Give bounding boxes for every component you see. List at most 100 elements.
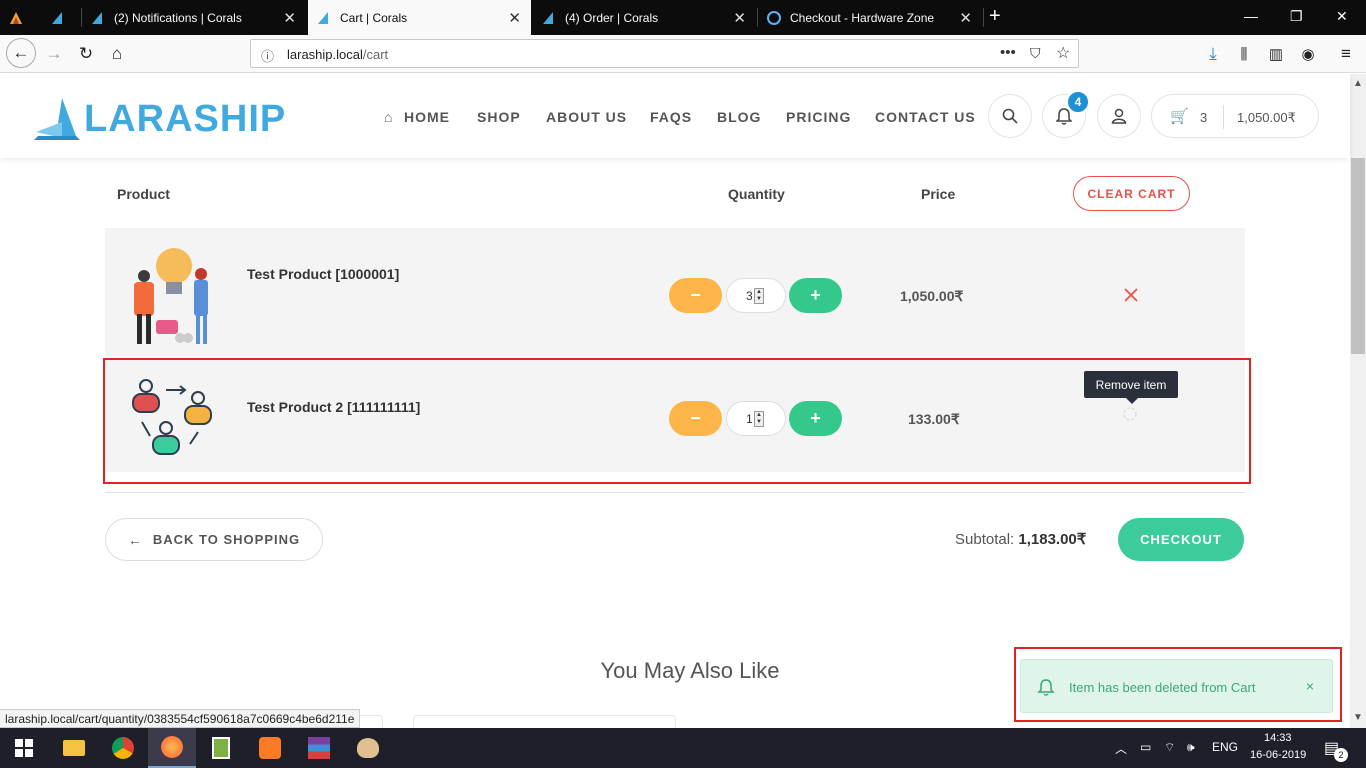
wifi-icon[interactable]: ⌔: [1164, 740, 1175, 755]
notification-count-badge: 2: [1334, 748, 1348, 762]
decrease-quantity-button[interactable]: −: [669, 278, 722, 313]
restore-icon[interactable]: ❐: [1290, 8, 1303, 25]
laraship-icon: [543, 11, 553, 24]
clear-cart-button[interactable]: CLEAR CART: [1073, 176, 1190, 211]
scrollbar-thumb[interactable]: [1351, 158, 1365, 354]
product-image-idea: [134, 248, 208, 344]
account-button[interactable]: [1097, 94, 1141, 138]
tab-label: (2) Notifications | Corals: [114, 10, 242, 25]
volume-icon[interactable]: 🕪: [1187, 740, 1195, 755]
menu-contact-us[interactable]: CONTACT US: [875, 109, 976, 125]
menu-blog[interactable]: BLOG: [717, 109, 761, 125]
windows-icon: [15, 739, 33, 757]
back-label: BACK TO SHOPPING: [152, 532, 301, 547]
notification-badge: 4: [1066, 90, 1090, 114]
search-button[interactable]: [988, 94, 1032, 138]
browser-tab-bar: (2) Notifications | Corals ✕ Cart | Cora…: [0, 0, 1366, 35]
xampp-icon[interactable]: [246, 728, 294, 768]
extension-icon[interactable]: ◉: [1294, 41, 1322, 67]
winrar-icon[interactable]: [295, 728, 343, 768]
tab-label: Checkout - Hardware Zone: [790, 10, 935, 25]
status-bar-url: laraship.local/cart/quantity/0383554cf59…: [0, 709, 361, 728]
chrome-icon[interactable]: [99, 728, 147, 768]
notepad-icon[interactable]: [197, 728, 245, 768]
firefox-icon[interactable]: [148, 728, 196, 768]
tab-cart[interactable]: Cart | Corals ✕: [308, 0, 531, 35]
file-explorer-icon[interactable]: [50, 728, 98, 768]
page-actions-icon[interactable]: •••: [1000, 44, 1016, 61]
chevron-up-icon[interactable]: ︿: [1115, 740, 1127, 757]
remove-item-icon[interactable]: [1124, 288, 1138, 302]
product-name[interactable]: Test Product [1000001]: [247, 266, 399, 282]
tab-pinned-1[interactable]: [0, 0, 40, 35]
mini-cart-button[interactable]: 🛒 3 1,050.00₹: [1151, 94, 1319, 138]
back-to-shopping-button[interactable]: ← BACK TO SHOPPING: [105, 518, 323, 561]
tab-pinned-2[interactable]: [42, 0, 80, 35]
menu-shop[interactable]: SHOP: [477, 109, 521, 125]
user-icon: [1111, 108, 1127, 124]
close-window-icon[interactable]: ✕: [1336, 8, 1348, 25]
checkout-button[interactable]: CHECKOUT: [1118, 518, 1244, 561]
menu-faqs[interactable]: FAQS: [650, 109, 692, 125]
tab-checkout[interactable]: Checkout - Hardware Zone ✕: [758, 0, 982, 35]
start-button[interactable]: [0, 728, 48, 768]
highlight-box: [103, 358, 1251, 484]
search-icon: [1002, 108, 1018, 124]
menu-pricing[interactable]: PRICING: [786, 109, 851, 125]
back-icon[interactable]: ←: [6, 38, 36, 68]
site-icon: [10, 11, 22, 24]
scroll-down-icon[interactable]: ▼: [1353, 712, 1363, 723]
tab-order[interactable]: (4) Order | Corals ✕: [533, 0, 756, 35]
close-icon[interactable]: ✕: [959, 9, 972, 27]
language-indicator[interactable]: ENG: [1212, 740, 1238, 754]
info-icon[interactable]: ⓘ: [261, 46, 274, 65]
url-bar[interactable]: ⓘ laraship.local/cart ••• ⛉ ☆: [250, 39, 1079, 68]
menu-about-us[interactable]: ABOUT US: [546, 109, 627, 125]
toast-message: Item has been deleted from Cart: [1069, 680, 1256, 695]
bell-icon: [1037, 679, 1055, 696]
quantity-input[interactable]: 3 ▲ ▼: [726, 278, 786, 313]
spinner-icon[interactable]: ▲ ▼: [754, 288, 764, 304]
new-tab-button[interactable]: +: [989, 5, 1001, 28]
sidebar-icon[interactable]: ▥: [1262, 41, 1290, 67]
library-icon[interactable]: ⫼: [1230, 41, 1258, 67]
battery-icon[interactable]: ▭: [1140, 740, 1151, 754]
home-icon[interactable]: ⌂: [103, 41, 131, 67]
close-icon[interactable]: ✕: [283, 9, 296, 27]
clock-time[interactable]: 14:33: [1264, 732, 1292, 744]
logo-text[interactable]: LARASHIP: [84, 98, 286, 141]
toast-notification: Item has been deleted from Cart ×: [1020, 659, 1333, 713]
bookmark-star-icon[interactable]: ☆: [1056, 43, 1070, 63]
laraship-icon: [52, 11, 62, 24]
minimize-icon[interactable]: —: [1244, 8, 1258, 24]
column-quantity: Quantity: [728, 186, 785, 202]
cart-count: 3: [1200, 110, 1208, 125]
url-text: laraship.local/cart: [287, 47, 389, 62]
tab-label: Cart | Corals: [340, 10, 408, 25]
reload-icon[interactable]: ↻: [72, 41, 100, 67]
pocket-icon[interactable]: ⛉: [1030, 45, 1041, 62]
arrow-left-icon: ←: [127, 531, 143, 548]
increase-quantity-button[interactable]: +: [789, 278, 842, 313]
download-icon[interactable]: ⤓: [1199, 41, 1227, 67]
menu-icon[interactable]: ≡: [1332, 41, 1360, 67]
paint-icon[interactable]: [344, 728, 392, 768]
cart-total: 1,050.00₹: [1237, 110, 1296, 125]
tab-notifications[interactable]: (2) Notifications | Corals ✕: [82, 0, 306, 35]
close-icon[interactable]: ✕: [733, 9, 746, 27]
scroll-up-icon[interactable]: ▲: [1353, 78, 1363, 89]
clock-date[interactable]: 16-06-2019: [1250, 749, 1306, 761]
browser-nav-bar: ← → ↻ ⌂ ⓘ laraship.local/cart ••• ⛉ ☆ ⤓ …: [0, 35, 1366, 73]
product-card[interactable]: [413, 715, 676, 728]
close-icon[interactable]: ×: [1306, 678, 1314, 694]
subtotal: Subtotal: 1,183.00₹: [955, 531, 1087, 548]
cart-icon: 🛒: [1170, 108, 1189, 125]
forward-icon[interactable]: →: [40, 41, 68, 67]
home-menu-icon: ⌂: [384, 109, 394, 125]
close-icon[interactable]: ✕: [508, 9, 521, 27]
menu-home[interactable]: HOME: [404, 109, 450, 125]
taskbar: ︿ ▭ ⌔ 🕪 ENG 14:33 16-06-2019 ▤ 2: [0, 728, 1366, 768]
column-product: Product: [117, 186, 170, 202]
laraship-icon: [92, 11, 102, 24]
hardware-zone-icon: [767, 10, 781, 25]
